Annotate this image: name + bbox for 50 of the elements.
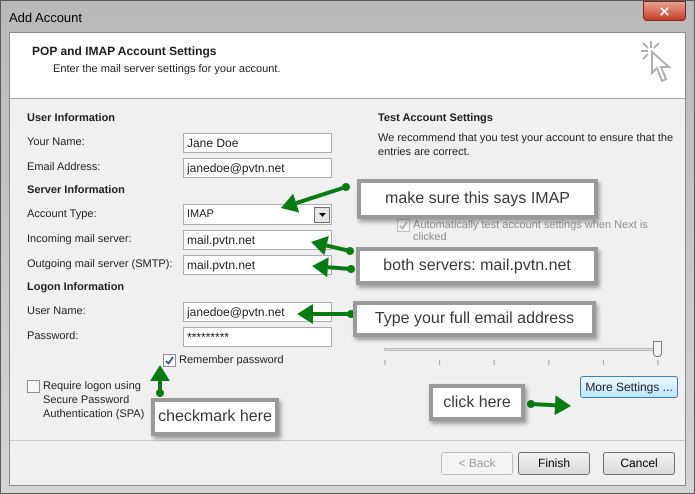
account-type-dropdown[interactable]: IMAP xyxy=(183,204,332,225)
pointer-arrow xyxy=(150,365,170,397)
field-label: User Name: xyxy=(27,304,87,320)
input-field[interactable]: janedoe@pvtn.net xyxy=(183,302,332,322)
section-heading: User Information xyxy=(27,110,116,126)
dropdown-button[interactable] xyxy=(314,206,330,222)
slider-track[interactable] xyxy=(384,341,662,357)
checkbox-label: Remember password xyxy=(179,353,284,368)
pointer-arrow xyxy=(311,236,354,256)
field-label: Your Name: xyxy=(27,135,86,150)
field-label: Outgoing mail server (SMTP): xyxy=(27,257,174,272)
pointer-arrow xyxy=(312,257,355,278)
password-field[interactable]: ********* xyxy=(183,326,332,346)
callout-box: both servers: mail.pvtn.net xyxy=(356,247,598,285)
window-title: Add Account xyxy=(9,9,82,27)
checkmark-icon xyxy=(399,221,408,230)
page-subtitle: Enter the mail server settings for your account. xyxy=(52,62,280,77)
checkmark-icon xyxy=(165,356,174,365)
close-icon xyxy=(658,4,671,18)
input-field[interactable]: Jane Doe xyxy=(183,132,332,152)
input-field[interactable]: mail.pvtn.net xyxy=(183,254,332,274)
pointer-arrow xyxy=(527,395,571,416)
pointer-arrow xyxy=(281,183,350,213)
section-heading: Logon Information xyxy=(27,280,124,295)
checkbox-label: Require logon using Secure Password Authentication (SPA) xyxy=(43,379,146,421)
checkbox-label: Automatically test account settings when Next is clicked xyxy=(413,219,649,243)
dialog-button[interactable]: Finish xyxy=(518,452,590,474)
callout-box: make sure this says IMAP xyxy=(357,179,598,219)
caret-icon xyxy=(318,212,326,216)
close-button[interactable] xyxy=(643,1,686,21)
slider-thumb[interactable] xyxy=(653,341,662,357)
callout-box: click here xyxy=(429,384,525,421)
field-label: Incoming mail server: xyxy=(27,232,133,248)
callout-box: Type your full email address xyxy=(353,301,596,337)
pointer-arrow xyxy=(297,304,355,324)
field-label: Email Address: xyxy=(27,160,102,176)
checkbox[interactable] xyxy=(163,354,176,367)
more-settings-button[interactable]: More Settings ... xyxy=(580,376,678,398)
checkbox[interactable] xyxy=(27,380,40,393)
description-text: We recommend that you test your account to ensure that the entries are correct. xyxy=(378,131,674,159)
section-heading: Test Account Settings xyxy=(378,110,494,126)
dialog-button[interactable]: Cancel xyxy=(603,452,675,474)
input-field[interactable]: janedoe@pvtn.net xyxy=(183,158,332,178)
field-label: Password: xyxy=(27,329,80,344)
page-title: POP and IMAP Account Settings xyxy=(32,43,218,60)
cursor-click-icon xyxy=(639,39,673,85)
callout-box: checkmark here xyxy=(151,398,279,436)
input-field[interactable]: mail.pvtn.net xyxy=(183,230,332,250)
section-heading: Server Information xyxy=(27,182,125,198)
field-label: Account Type: xyxy=(27,207,98,222)
